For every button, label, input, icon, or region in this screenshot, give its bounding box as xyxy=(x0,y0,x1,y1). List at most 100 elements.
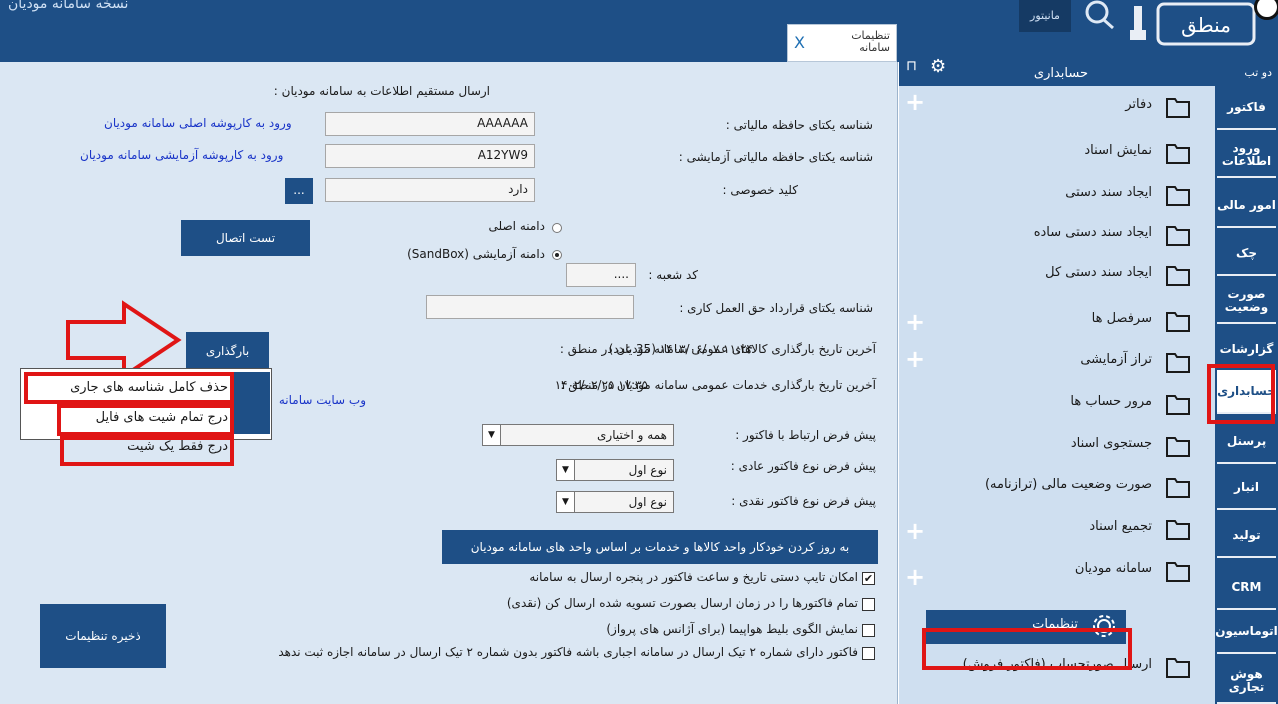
sidebar-item-0[interactable]: دفاتر xyxy=(1000,90,1200,122)
rail-tab-8[interactable]: انبار xyxy=(1217,466,1276,510)
add-icon[interactable]: + xyxy=(905,517,925,545)
folder-edit-icon xyxy=(1164,180,1192,208)
folder-icon xyxy=(1164,514,1192,542)
add-icon[interactable]: + xyxy=(905,88,925,116)
default-link-label: پیش فرض ارتباط با فاکتور : xyxy=(735,428,876,442)
add-icon[interactable]: + xyxy=(905,308,925,336)
scale-icon xyxy=(1164,347,1192,375)
tab-label: تنظیمات سامانه xyxy=(851,29,890,54)
main-id-label: شناسه یکتای حافظه مالیاتی : xyxy=(725,118,873,132)
checkbox-number2-label: فاکتور دارای شماره ۲ تیک ارسال در سامانه… xyxy=(278,645,858,659)
highlight-all-sheets xyxy=(57,404,234,436)
svg-text:منطق: منطق xyxy=(1181,13,1231,37)
sidebar-item-3[interactable]: ایجاد سند دستی ساده xyxy=(1000,218,1200,250)
main-portal-link[interactable]: ورود به کارپوشه اصلی سامانه مودیان xyxy=(104,116,292,130)
sidebar-item-11[interactable]: سامانه مودیان xyxy=(1000,554,1200,586)
rail-tab-7[interactable]: پرسنل xyxy=(1217,420,1276,464)
services-date-value: ۱۷:۳۵ ۱۴۰۲/۰۲/۲۵ xyxy=(554,378,648,392)
contract-label: شناسه یکتای قرارداد حق العمل کاری : xyxy=(679,301,873,315)
sidebar-item-label: سرفصل ها xyxy=(1091,311,1152,326)
checkbox-manual-date[interactable]: ✔ xyxy=(862,572,875,585)
logo: منطق xyxy=(1128,0,1258,50)
search-icon xyxy=(1164,431,1192,459)
sidebar-item-9[interactable]: صورت وضعیت مالی (ترازنامه) xyxy=(985,470,1200,502)
rail-tab-11[interactable]: اتوماسیون xyxy=(1215,610,1278,654)
sidebar-item-label: ایجاد سند دستی xyxy=(1065,185,1152,200)
rail-tab-0[interactable]: فاکتور xyxy=(1217,86,1276,130)
monitor-button[interactable]: مانیتور xyxy=(1019,0,1071,32)
sidebar-item-6[interactable]: تراز آزمایشی xyxy=(1000,345,1200,377)
sidebar-item-2[interactable]: ایجاد سند دستی xyxy=(1000,178,1200,210)
radio-main-label: دامنه اصلی xyxy=(488,219,545,233)
highlight-one-sheet xyxy=(60,436,234,466)
add-icon[interactable]: + xyxy=(905,563,925,591)
sidebar-item-label: تجمیع اسناد xyxy=(1089,519,1152,534)
website-link[interactable]: وب سایت سامانه xyxy=(274,393,366,407)
save-settings-button[interactable]: ذخیره تنظیمات xyxy=(40,604,166,668)
rail-tab-2[interactable]: امور مالی xyxy=(1217,184,1276,228)
rail-tab-9[interactable]: تولید xyxy=(1217,514,1276,558)
ledger-icon xyxy=(1164,389,1192,417)
sidebar-item-label: جستجوی اسناد xyxy=(1070,436,1152,451)
rail-tab-1[interactable]: ورود اطلاعات xyxy=(1217,134,1276,178)
send-icon xyxy=(1164,652,1192,680)
radio-sandbox-domain[interactable] xyxy=(552,250,562,260)
tab-settings[interactable]: X تنظیمات سامانه xyxy=(787,24,897,62)
default-normal-label: پیش فرض نوع فاکتور عادی : xyxy=(730,459,876,473)
section-title: ارسال مستقیم اطلاعات به سامانه مودیان : xyxy=(273,84,490,98)
checkbox-airline[interactable] xyxy=(862,624,875,637)
chevron-down-icon: ▼ xyxy=(557,492,575,512)
two-tab-toggle[interactable]: دو تب xyxy=(1244,66,1272,79)
private-key-label: کلید خصوصی : xyxy=(722,183,799,197)
gear-icon[interactable]: ⚙ xyxy=(930,56,946,77)
sidebar-item-8[interactable]: جستجوی اسناد xyxy=(1000,429,1200,461)
sidebar-item-7[interactable]: مرور حساب ها xyxy=(1000,387,1200,419)
sidebar-item-label: نمایش اسناد xyxy=(1084,143,1152,158)
checkbox-settled[interactable] xyxy=(862,598,875,611)
default-cash-select[interactable]: ▼ نوع اول xyxy=(556,491,674,513)
branch-field[interactable]: .... xyxy=(566,263,636,287)
rail-tab-10[interactable]: CRM xyxy=(1217,566,1276,610)
branch-label: کد شعبه : xyxy=(648,268,698,282)
rail-tab-3[interactable]: چک xyxy=(1217,232,1276,276)
sidebar-item-5[interactable]: سرفصل ها xyxy=(1000,304,1200,336)
rail-tab-12[interactable]: هوش تجاری xyxy=(1217,660,1276,704)
test-id-field[interactable]: A12YW9 xyxy=(325,144,535,168)
main-id-field[interactable]: AAAAAA xyxy=(325,112,535,136)
folder-icon xyxy=(1164,92,1192,120)
upload-button[interactable]: بارگذاری xyxy=(186,332,269,370)
folder-icon xyxy=(1164,556,1192,584)
sidebar-item-label: تراز آزمایشی xyxy=(1080,352,1152,367)
search-icon[interactable] xyxy=(1083,0,1119,41)
browse-button[interactable]: ... xyxy=(285,178,313,204)
rail-tab-4[interactable]: صورت وضعیت xyxy=(1217,280,1276,324)
folder-edit-icon xyxy=(1164,306,1192,334)
private-key-field[interactable]: دارد xyxy=(325,178,535,202)
close-icon[interactable]: X xyxy=(794,33,805,52)
radio-sandbox-label: دامنه آزمایشی (SandBox) xyxy=(407,247,545,261)
goods-date-value: ۱۱:۲۴ ۱۴۰۳/۰۶/۰۷ (35 عدد) xyxy=(608,342,753,356)
window-title: نسخه سامانه مودیان xyxy=(8,0,129,12)
default-link-select[interactable]: ▼ همه و اختیاری xyxy=(482,424,674,446)
test-portal-link[interactable]: ورود به کارپوشه آزمایشی سامانه مودیان xyxy=(80,148,283,162)
add-icon[interactable]: + xyxy=(905,345,925,373)
highlight-settings-item xyxy=(922,628,1132,670)
checkbox-number2[interactable] xyxy=(862,647,875,660)
contract-field[interactable] xyxy=(426,295,634,319)
test-connection-button[interactable]: تست اتصال xyxy=(181,220,310,256)
sidebar-item-10[interactable]: تجمیع اسناد xyxy=(1000,512,1200,544)
default-normal-select[interactable]: ▼ نوع اول xyxy=(556,459,674,481)
pin-icon[interactable]: ⊓ xyxy=(906,58,917,74)
test-id-label: شناسه یکتای حافظه مالیاتی آزمایشی : xyxy=(678,150,873,164)
sidebar-item-1[interactable]: نمایش اسناد xyxy=(1000,136,1200,168)
update-units-button[interactable]: به روز کردن خودکار واحد کالاها و خدمات ب… xyxy=(442,530,878,564)
radio-main-domain[interactable] xyxy=(552,223,562,233)
folder-icon xyxy=(1164,220,1192,248)
sidebar-item-4[interactable]: ایجاد سند دستی کل xyxy=(1000,258,1200,290)
sidebar-item-label: ایجاد سند دستی کل xyxy=(1045,265,1152,280)
folder-edit-icon xyxy=(1164,260,1192,288)
checkbox-airline-label: نمایش الگوی بلیط هواپیما (برای آژانس های… xyxy=(606,622,858,636)
sidebar-item-label: ایجاد سند دستی ساده xyxy=(1033,225,1152,240)
checkbox-settled-label: تمام فاکتورها را در زمان ارسال بصورت تسو… xyxy=(506,596,858,610)
sidebar-title: حسابداری xyxy=(1033,66,1088,81)
